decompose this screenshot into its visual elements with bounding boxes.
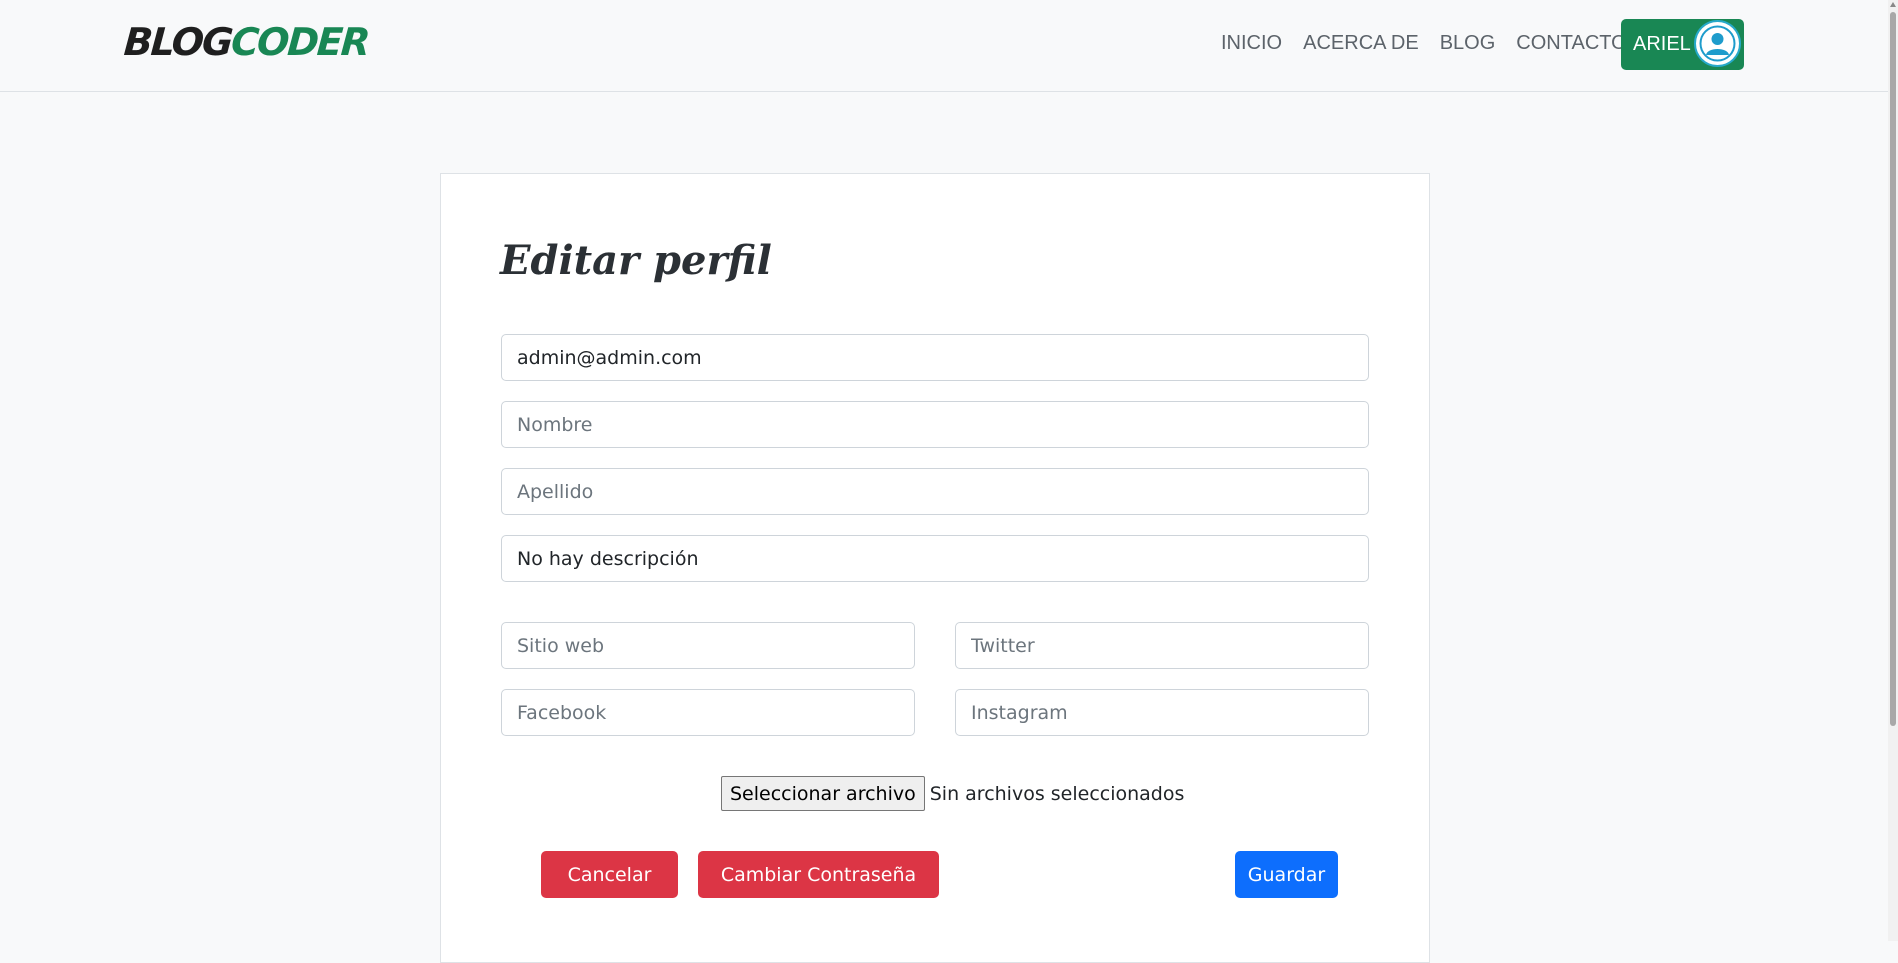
apellido-field[interactable] (501, 468, 1369, 515)
scroll-up-arrow-icon[interactable] (1890, 2, 1896, 7)
user-icon (1699, 25, 1736, 62)
nav-link-contacto[interactable]: CONTACTO (1516, 32, 1626, 55)
descripcion-field[interactable] (501, 535, 1369, 582)
nav-links: INICIO ACERCA DE BLOG CONTACTO (1221, 32, 1648, 55)
save-button[interactable]: Guardar (1235, 851, 1338, 898)
instagram-field[interactable] (955, 689, 1369, 736)
facebook-field[interactable] (501, 689, 915, 736)
twitter-field[interactable] (955, 622, 1369, 669)
scrollbar-thumb[interactable] (1890, 12, 1896, 726)
user-menu-button[interactable]: ARIEL (1621, 19, 1744, 70)
email-field[interactable] (501, 334, 1369, 381)
select-file-button[interactable]: Seleccionar archivo (721, 776, 925, 811)
navbar: BLOGCODER INICIO ACERCA DE BLOG CONTACTO… (0, 0, 1888, 92)
file-upload: Seleccionar archivo Sin archivos selecci… (721, 776, 1184, 811)
nombre-field[interactable] (501, 401, 1369, 448)
user-name-label: ARIEL (1633, 33, 1691, 55)
file-status-text: Sin archivos seleccionados (929, 782, 1185, 805)
change-password-button[interactable]: Cambiar Contraseña (698, 851, 939, 898)
avatar (1694, 20, 1741, 67)
brand-part-coder: CODER (229, 20, 370, 64)
nav-link-blog[interactable]: BLOG (1440, 32, 1496, 55)
cancel-button[interactable]: Cancelar (541, 851, 678, 898)
brand-logo[interactable]: BLOGCODER (122, 20, 369, 64)
brand-part-blog: BLOG (122, 20, 233, 64)
page-title: Editar perfil (500, 237, 772, 284)
page-scrollbar[interactable] (1888, 0, 1898, 941)
nav-link-acerca-de[interactable]: ACERCA DE (1303, 32, 1419, 55)
nav-link-inicio[interactable]: INICIO (1221, 32, 1282, 55)
sitio-web-field[interactable] (501, 622, 915, 669)
